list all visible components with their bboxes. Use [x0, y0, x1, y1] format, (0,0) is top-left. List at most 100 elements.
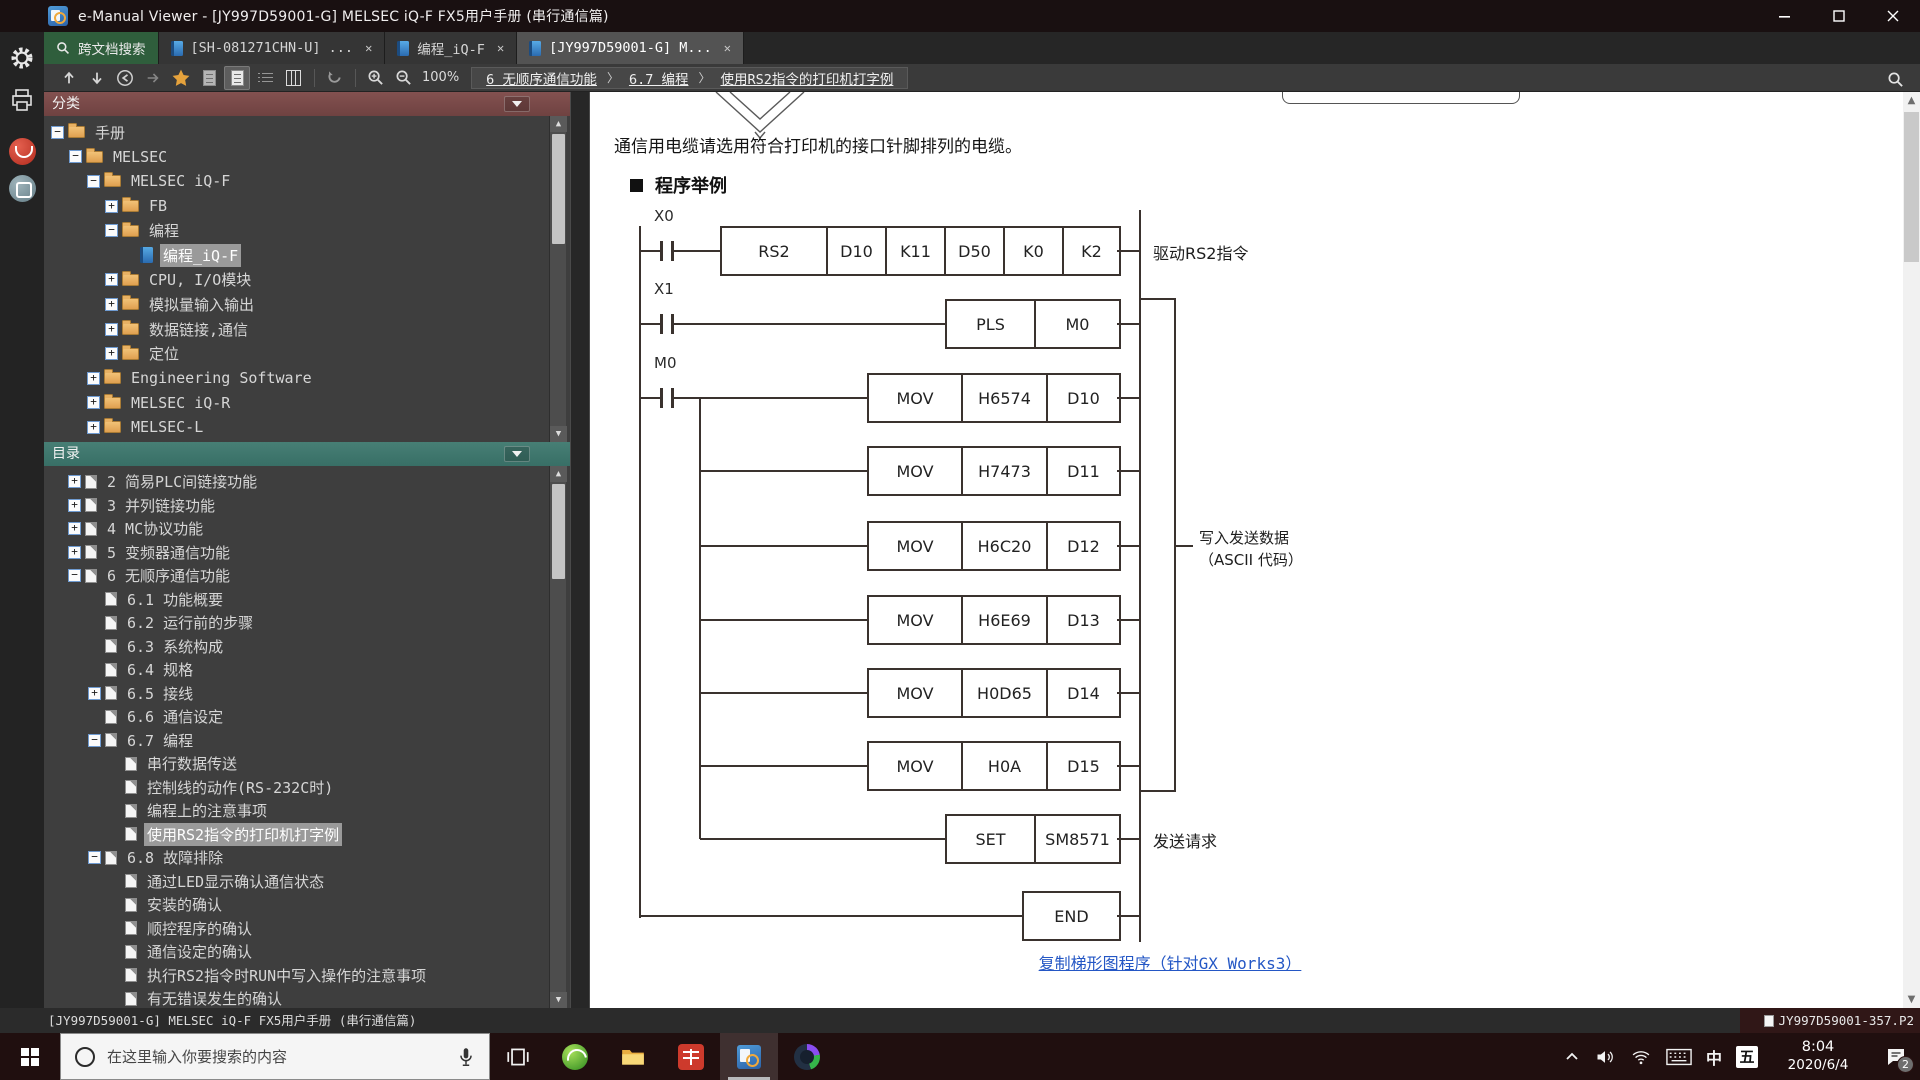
- touch-keyboard-icon[interactable]: [1666, 1047, 1692, 1067]
- tree-item[interactable]: 6.4 规格: [44, 658, 549, 682]
- tree-item[interactable]: + 数据链接,通信: [44, 317, 549, 342]
- sidebar-splitter[interactable]: [570, 92, 590, 1008]
- expander-icon[interactable]: +: [105, 322, 118, 336]
- tree-item[interactable]: 使用RS2指令的打印机打字例: [44, 822, 549, 847]
- expander-icon[interactable]: +: [105, 273, 118, 287]
- toolbar-search-icon[interactable]: [1882, 67, 1908, 91]
- tree-item[interactable]: +5 变频器通信功能: [44, 541, 549, 565]
- taskbar-app-red[interactable]: [662, 1033, 720, 1080]
- tree-item[interactable]: 6.1 功能概要: [44, 588, 549, 612]
- refresh-icon[interactable]: [321, 66, 347, 90]
- tree-item[interactable]: 6.3 系统构成: [44, 635, 549, 659]
- single-page-view-icon[interactable]: [196, 66, 222, 90]
- ime-language-indicator[interactable]: 中: [1706, 1045, 1722, 1069]
- scroll-thumb[interactable]: [552, 134, 565, 244]
- gray-app-badge-icon[interactable]: [8, 175, 36, 202]
- expander-icon[interactable]: +: [68, 498, 81, 512]
- tree-item[interactable]: 通过LED显示确认通信状态: [44, 870, 549, 894]
- action-center-button[interactable]: 2: [1872, 1033, 1920, 1080]
- tree-item[interactable]: + 定位: [44, 341, 549, 366]
- scroll-down-icon[interactable]: ▼: [550, 992, 567, 1008]
- breadcrumb-link[interactable]: 使用RS2指令的打印机打字例: [720, 68, 893, 88]
- tab-0[interactable]: 跨文档搜索: [44, 32, 159, 64]
- toc-scrollbar[interactable]: ▲ ▼: [549, 466, 567, 1008]
- expander-icon[interactable]: −: [68, 569, 81, 583]
- category-scrollbar[interactable]: ▲ ▼: [549, 116, 567, 442]
- breadcrumb-link[interactable]: 6.7 编程: [629, 68, 689, 88]
- tree-item[interactable]: 编程上的注意事项: [44, 799, 549, 823]
- back-icon[interactable]: [112, 66, 138, 90]
- tree-item[interactable]: +4 MC协议功能: [44, 517, 549, 541]
- expander-icon[interactable]: −: [51, 125, 64, 139]
- taskbar-app-media[interactable]: [778, 1033, 836, 1080]
- wifi-icon[interactable]: [1630, 1047, 1652, 1067]
- tab-3[interactable]: [JY997D59001-G] M... ✕: [517, 32, 744, 64]
- expander-icon[interactable]: −: [87, 174, 100, 188]
- tree-item[interactable]: − 编程: [44, 218, 549, 243]
- tree-item[interactable]: − 6 无顺序通信功能: [44, 564, 549, 588]
- breadcrumb-link[interactable]: 6 无顺序通信功能: [486, 68, 597, 88]
- tree-item[interactable]: − MELSEC iQ-F: [44, 169, 549, 194]
- expander-icon[interactable]: +: [87, 420, 100, 434]
- tree-item[interactable]: 编程_iQ-F: [44, 243, 549, 268]
- taskbar-app-browser[interactable]: [546, 1033, 604, 1080]
- tree-item[interactable]: + FB: [44, 194, 549, 219]
- tree-item[interactable]: 执行RS2指令时RUN中写入操作的注意事项: [44, 964, 549, 988]
- expander-icon[interactable]: −: [105, 224, 118, 238]
- zoom-in-icon[interactable]: [362, 66, 388, 90]
- start-button[interactable]: [0, 1033, 60, 1080]
- split-view-icon[interactable]: [280, 66, 306, 90]
- expander-icon[interactable]: +: [88, 686, 101, 700]
- expander-icon[interactable]: +: [105, 199, 118, 213]
- tree-item[interactable]: + CPU, I/O模块: [44, 268, 549, 293]
- favorite-star-icon[interactable]: [168, 66, 194, 90]
- tab-2[interactable]: 编程_iQ-F ✕: [385, 32, 518, 64]
- tab-close-icon[interactable]: ✕: [497, 41, 504, 55]
- expander-icon[interactable]: +: [87, 396, 100, 410]
- taskbar-app-file-explorer[interactable]: [604, 1033, 662, 1080]
- taskbar-app-emanual[interactable]: [720, 1033, 778, 1080]
- tree-item[interactable]: + MELSEC iQ-R: [44, 391, 549, 416]
- taskbar-clock[interactable]: 8:04 2020/6/4: [1772, 1038, 1864, 1074]
- tree-item[interactable]: 安装的确认: [44, 893, 549, 917]
- tree-item[interactable]: − 手册: [44, 120, 549, 145]
- settings-gear-icon[interactable]: [10, 46, 34, 70]
- tree-item[interactable]: − MELSEC: [44, 145, 549, 170]
- tree-item[interactable]: 有无错误发生的确认: [44, 987, 549, 1008]
- close-button[interactable]: [1866, 0, 1920, 32]
- continuous-page-view-icon[interactable]: [224, 65, 250, 90]
- forward-icon[interactable]: [140, 66, 166, 90]
- tree-item[interactable]: − 6.7 编程: [44, 729, 549, 753]
- page-down-icon[interactable]: [84, 66, 110, 90]
- outline-list-icon[interactable]: [252, 66, 278, 90]
- maximize-button[interactable]: [1812, 0, 1866, 32]
- tree-item[interactable]: +3 并列链接功能: [44, 494, 549, 518]
- task-view-button[interactable]: [490, 1033, 546, 1080]
- expander-icon[interactable]: +: [87, 371, 100, 385]
- tree-item[interactable]: 通信设定的确认: [44, 940, 549, 964]
- tree-item[interactable]: 6.6 通信设定: [44, 705, 549, 729]
- zoom-out-icon[interactable]: [390, 66, 416, 90]
- scroll-up-icon[interactable]: ▲: [550, 466, 567, 482]
- expander-icon[interactable]: +: [68, 522, 81, 536]
- tree-item[interactable]: 顺控程序的确认: [44, 917, 549, 941]
- tree-item[interactable]: 控制线的动作(RS-232C时): [44, 776, 549, 800]
- tree-item[interactable]: − 6.8 故障排除: [44, 846, 549, 870]
- tree-item[interactable]: +6.5 接线: [44, 682, 549, 706]
- toc-collapse-icon[interactable]: [504, 446, 530, 462]
- expander-icon[interactable]: +: [105, 347, 118, 361]
- tree-item[interactable]: + Engineering Software: [44, 366, 549, 391]
- scroll-up-icon[interactable]: ▲: [1903, 92, 1920, 109]
- scroll-thumb[interactable]: [1904, 112, 1919, 262]
- category-collapse-icon[interactable]: [504, 96, 530, 112]
- scroll-up-icon[interactable]: ▲: [550, 116, 567, 132]
- tab-close-icon[interactable]: ✕: [365, 41, 372, 55]
- scroll-down-icon[interactable]: ▼: [550, 426, 567, 442]
- tab-1[interactable]: [SH-081271CHN-U] ... ✕: [158, 32, 386, 64]
- tree-item[interactable]: +2 简易PLC间链接功能: [44, 470, 549, 494]
- tab-close-icon[interactable]: ✕: [724, 41, 731, 55]
- ime-mode-indicator[interactable]: 五: [1736, 1045, 1758, 1068]
- scroll-thumb[interactable]: [552, 484, 565, 579]
- content-scrollbar[interactable]: ▲ ▼: [1903, 92, 1920, 1008]
- expander-icon[interactable]: +: [68, 475, 81, 489]
